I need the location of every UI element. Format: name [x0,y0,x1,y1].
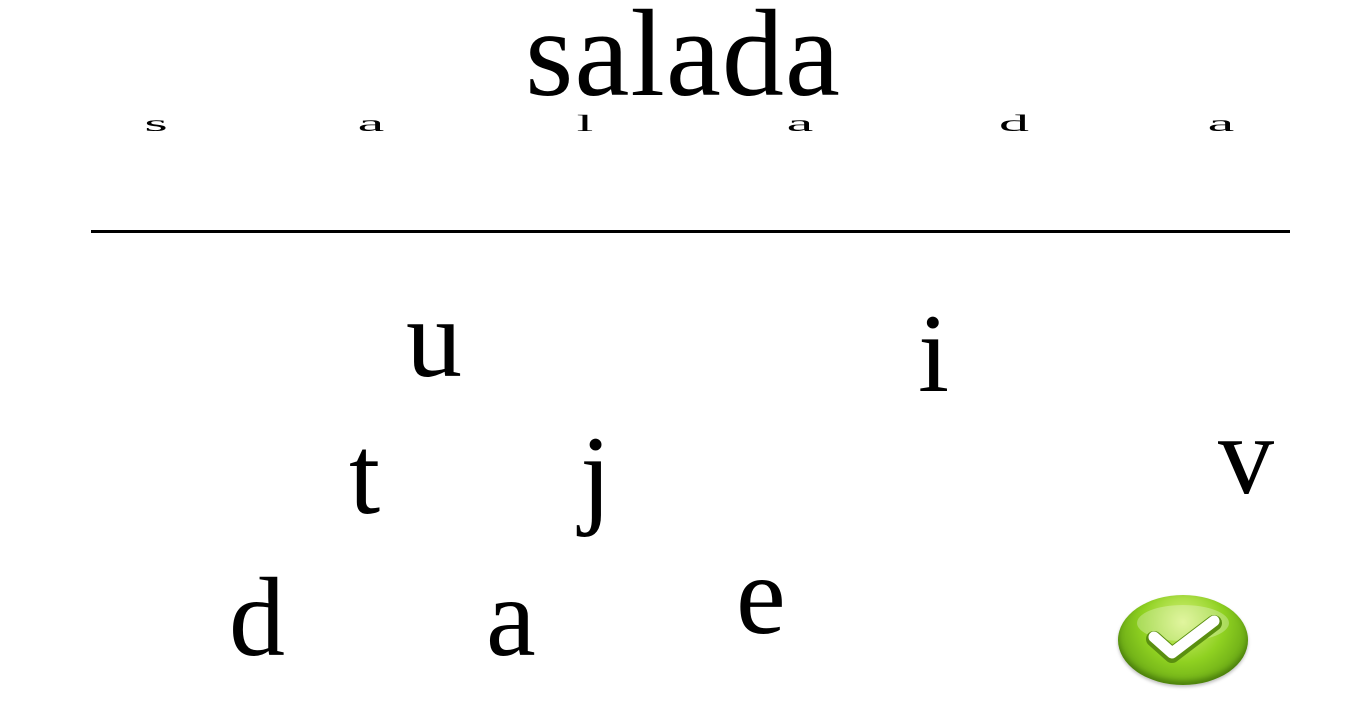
divider-line [91,230,1290,233]
answer-slot-4: a [786,112,814,136]
letter-tile-j[interactable]: j [580,420,611,532]
confirm-button[interactable] [1118,595,1248,685]
letter-tile-t[interactable]: t [349,420,380,532]
target-word: salada [525,0,841,122]
answer-slot-3: l [576,112,594,136]
answer-slot-1: s [144,112,168,136]
letter-tile-u[interactable]: u [406,283,462,395]
letter-tile-a[interactable]: a [486,562,536,674]
answer-slots: s a l a d a [0,112,1366,142]
letter-tile-v[interactable]: v [1218,400,1274,512]
letter-tile-e[interactable]: e [736,540,786,652]
letter-tile-i[interactable]: i [918,298,949,410]
answer-slot-2: a [357,112,385,136]
letter-tile-d[interactable]: d [229,562,285,674]
answer-slot-5: d [999,112,1029,136]
answer-slot-6: a [1207,112,1235,136]
checkmark-icon [1137,605,1229,663]
